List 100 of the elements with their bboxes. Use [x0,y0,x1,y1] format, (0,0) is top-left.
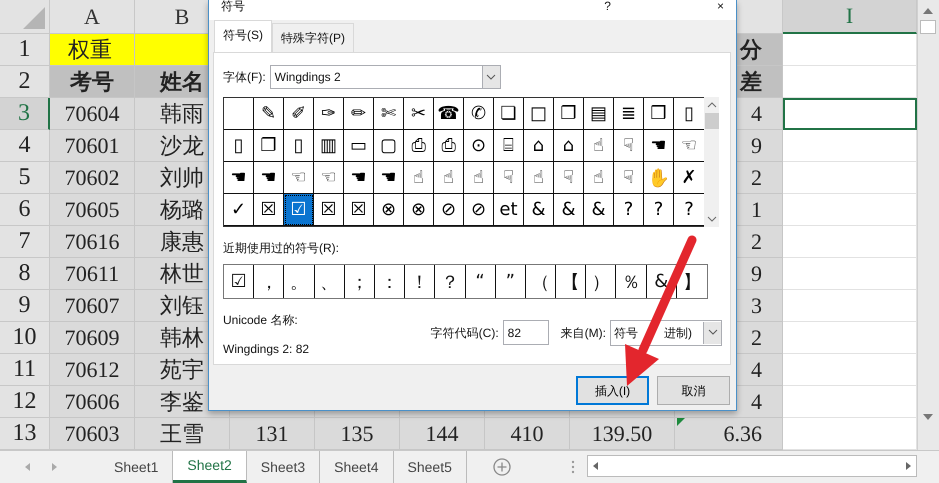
symbol-cell[interactable]: ☝ [524,162,554,194]
symbol-cell[interactable]: ✄ [374,98,404,130]
row-header[interactable]: 5 [0,162,50,194]
close-button[interactable]: × [716,0,724,13]
symbol-cell[interactable]: ▥ [314,130,344,162]
symbol-cell[interactable]: ❐ [254,130,284,162]
symbol-cell[interactable]: ☚ [344,162,374,194]
column-header[interactable]: A [50,0,135,34]
dialog-tab[interactable]: 特殊字符(P) [272,23,354,52]
sheet-tab[interactable]: Sheet2 [173,451,247,483]
row-header[interactable]: 13 [0,418,50,450]
symbol-cell[interactable]: ⎙ [434,130,464,162]
symbol-cell[interactable]: ⌂ [554,130,584,162]
vertical-scrollbar[interactable] [917,0,939,450]
dialog-button[interactable]: 插入(I) [576,376,649,405]
symbol-cell[interactable]: ▯ [224,130,254,162]
symbol-cell[interactable]: ☎ [434,98,464,130]
symbol-cell[interactable]: et [494,194,524,226]
symbol-cell[interactable]: & [584,194,614,226]
symbol-cell[interactable]: ☒ [314,194,344,226]
encoding-dropdown[interactable]: 符号 进制) [610,320,722,346]
help-button[interactable]: ? [604,0,611,13]
column-header[interactable]: I [783,0,917,34]
symbol-cell[interactable]: ⊗ [404,194,434,226]
symbol-cell[interactable]: ☝ [434,162,464,194]
row-header[interactable]: 9 [0,290,50,322]
add-sheet-icon[interactable] [492,458,511,476]
symbol-cell[interactable]: ✏ [344,98,374,130]
scroll-down-icon[interactable] [707,215,717,223]
symbol-cell[interactable]: ❏ [494,98,524,130]
symbol-cell[interactable]: ⌂ [524,130,554,162]
symbol-cell[interactable]: ❐ [554,98,584,130]
symbol-cell[interactable]: ✓ [224,194,254,226]
symbol-cell[interactable]: ☟ [494,162,524,194]
symbol-cell[interactable]: ? [644,194,674,226]
row-header[interactable]: 6 [0,194,50,226]
symbol-cell[interactable]: ☝ [404,162,434,194]
symbol-cell[interactable]: ☒ [344,194,374,226]
symbol-cell[interactable]: ⊙ [464,130,494,162]
row-header[interactable]: 10 [0,322,50,354]
symbol-cell[interactable]: ☒ [254,194,284,226]
symbol-cell[interactable]: ☑ [284,194,314,226]
symbol-cell[interactable]: ☟ [554,162,584,194]
horizontal-scrollbar[interactable] [586,455,917,477]
symbol-cell[interactable]: ☚ [224,162,254,194]
row-header[interactable]: 1 [0,34,50,66]
active-cell[interactable] [783,98,917,130]
row-header[interactable]: 11 [0,354,50,386]
symbol-cell[interactable]: ▤ [584,98,614,130]
symbol-cell[interactable]: ▯ [284,130,314,162]
symbol-cell[interactable]: ▢ [374,130,404,162]
symbol-cell[interactable]: ⎙ [404,130,434,162]
scroll-up-icon[interactable] [707,101,717,109]
symbol-cell[interactable]: ▭ [344,130,374,162]
symbol-cell[interactable]: ☜ [314,162,344,194]
scroll-left-icon[interactable] [590,461,600,471]
symbol-cell[interactable]: ☚ [254,162,284,194]
row-header[interactable]: 8 [0,258,50,290]
symbol-cell[interactable]: ☚ [644,130,674,162]
symbol-cell[interactable]: ☚ [374,162,404,194]
row-header[interactable]: 3 [0,98,50,130]
symbol-cell[interactable]: ☝ [464,162,494,194]
symbol-cell[interactable]: □ [524,98,554,130]
symbol-cell[interactable]: ✂ [404,98,434,130]
symbol-cell[interactable]: ⊘ [464,194,494,226]
symbol-cell[interactable]: ? [614,194,644,226]
caret-icon[interactable] [486,74,496,80]
symbol-cell[interactable]: ✆ [464,98,494,130]
symbol-cell[interactable]: ☝ [584,162,614,194]
symbol-cell[interactable]: ✐ [284,98,314,130]
sheet-tab[interactable]: Sheet5 [394,451,467,483]
symbol-cell[interactable]: ☟ [614,162,644,194]
symbol-cell[interactable]: ⊗ [374,194,404,226]
symbol-cell[interactable]: ⌸ [494,130,524,162]
dialog-button[interactable]: 取消 [657,376,730,405]
symbol-cell[interactable]: ✑ [314,98,344,130]
char-code-field[interactable]: 82 [502,320,549,345]
symbol-cell[interactable]: ✎ [254,98,284,130]
grid-scrollbar[interactable] [704,97,719,227]
symbol-cell[interactable]: ☟ [614,130,644,162]
symbol-cell[interactable]: ❒ [644,98,674,130]
row-header[interactable]: 7 [0,226,50,258]
sheet-corner[interactable] [0,0,50,34]
symbol-cell[interactable]: ⊘ [434,194,464,226]
dialog-tab[interactable]: 符号(S) [214,20,272,52]
symbol-cell[interactable]: & [524,194,554,226]
scroll-right-icon[interactable] [904,461,913,471]
caret-icon[interactable] [708,329,718,336]
symbol-cell[interactable]: & [554,194,584,226]
row-header[interactable]: 12 [0,386,50,418]
scrollbar-thumb[interactable] [705,113,719,129]
symbol-cell[interactable]: ≣ [614,98,644,130]
symbol-cell[interactable]: ☜ [284,162,314,194]
row-header[interactable]: 4 [0,130,50,162]
symbol-cell[interactable] [224,98,254,130]
font-dropdown[interactable]: Wingdings 2 [270,65,501,89]
symbol-cell[interactable]: ☝ [584,130,614,162]
splitter-handle-icon[interactable] [570,459,575,475]
row-header[interactable]: 2 [0,66,50,98]
scrollbar-thumb[interactable] [920,20,936,34]
